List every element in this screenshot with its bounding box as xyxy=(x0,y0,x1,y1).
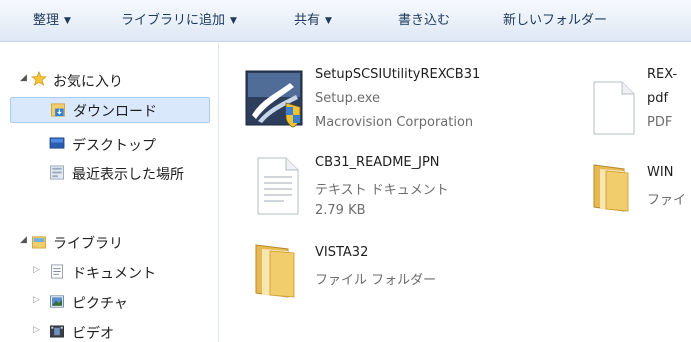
file-type: テキスト ドキュメント xyxy=(315,183,449,198)
burn-label: 書き込む xyxy=(398,13,451,28)
nav-videos-label: ビデオ xyxy=(72,326,114,342)
nav-libraries[interactable]: ◢ ライブラリ xyxy=(0,229,219,255)
setup-exe-icon xyxy=(245,70,303,128)
file-item[interactable]: REX- pdf PDF xyxy=(590,59,691,139)
documents-icon xyxy=(51,264,63,279)
nav-recent-places[interactable]: 最近表示した場所 xyxy=(0,160,219,186)
collapsed-arrow-icon[interactable]: ▷ xyxy=(33,265,40,275)
file-type-desc: PDF xyxy=(647,115,673,130)
star-icon xyxy=(31,71,47,86)
nav-desktop[interactable]: デスクトップ xyxy=(0,131,219,157)
navigation-pane: ◢ お気に入り ダウンロード デスクトップ 最近表示した場所 ◢ ライブラリ ▷… xyxy=(0,43,219,342)
pictures-icon xyxy=(50,295,64,308)
add-to-library-label: ライブラリに追加 xyxy=(121,13,226,28)
file-type: pdf xyxy=(647,91,669,106)
folder-item[interactable]: WIN ファイ xyxy=(590,147,691,227)
nav-documents[interactable]: ▷ ドキュメント xyxy=(0,259,219,285)
downloads-folder-icon xyxy=(51,103,65,117)
folder-icon xyxy=(255,244,295,298)
folder-name: WIN xyxy=(647,165,674,180)
folder-item[interactable]: VISTA32 ファイル フォルダー xyxy=(238,235,568,315)
file-name: CB31_README_JPN xyxy=(315,155,440,170)
text-document-icon xyxy=(257,157,299,215)
share-button[interactable]: 共有 ▼ xyxy=(294,0,332,42)
nav-pictures[interactable]: ▷ ピクチャ xyxy=(0,289,219,315)
recent-places-icon xyxy=(50,165,64,180)
library-icon xyxy=(32,236,46,249)
nav-favorites-label: お気に入り xyxy=(53,74,123,90)
add-to-library-button[interactable]: ライブラリに追加 ▼ xyxy=(121,0,237,42)
nav-libraries-label: ライブラリ xyxy=(53,236,123,252)
dropdown-arrow-icon: ▼ xyxy=(64,16,71,26)
share-label: 共有 xyxy=(294,13,321,28)
file-size: 2.79 KB xyxy=(315,203,366,218)
collapsed-arrow-icon[interactable]: ▷ xyxy=(33,295,40,305)
nav-favorites[interactable]: ◢ お気に入り xyxy=(0,67,219,93)
expanded-arrow-icon[interactable]: ◢ xyxy=(20,73,27,83)
folder-type: ファイル フォルダー xyxy=(315,273,437,288)
file-list: SetupSCSIUtilityREXCB31 Setup.exe Macrov… xyxy=(220,43,691,342)
desktop-icon xyxy=(49,137,65,149)
file-item[interactable]: CB31_README_JPN テキスト ドキュメント 2.79 KB xyxy=(238,147,568,227)
burn-button[interactable]: 書き込む xyxy=(398,0,450,42)
folder-name: VISTA32 xyxy=(315,245,369,260)
command-bar: 整理 ▼ ライブラリに追加 ▼ 共有 ▼ 書き込む 新しいフォルダー xyxy=(0,0,691,42)
pdf-document-icon xyxy=(593,81,635,135)
dropdown-arrow-icon: ▼ xyxy=(325,16,332,26)
new-folder-label: 新しいフォルダー xyxy=(503,13,608,28)
nav-pictures-label: ピクチャ xyxy=(72,296,128,312)
nav-desktop-label: デスクトップ xyxy=(72,138,156,154)
file-name: REX- xyxy=(647,67,678,82)
organize-button[interactable]: 整理 ▼ xyxy=(33,0,71,42)
collapsed-arrow-icon[interactable]: ▷ xyxy=(33,325,40,335)
videos-icon xyxy=(50,325,64,338)
file-item[interactable]: SetupSCSIUtilityREXCB31 Setup.exe Macrov… xyxy=(238,59,568,139)
nav-downloads[interactable]: ダウンロード xyxy=(10,97,210,123)
nav-documents-label: ドキュメント xyxy=(72,266,156,282)
dropdown-arrow-icon: ▼ xyxy=(230,16,237,26)
folder-type: ファイ xyxy=(647,193,687,208)
new-folder-button[interactable]: 新しいフォルダー xyxy=(503,0,607,42)
file-name: SetupSCSIUtilityREXCB31 xyxy=(315,67,481,82)
nav-downloads-label: ダウンロード xyxy=(73,104,157,120)
file-company: Macrovision Corporation xyxy=(315,115,474,130)
organize-label: 整理 xyxy=(33,13,60,28)
file-type: Setup.exe xyxy=(315,91,381,106)
expanded-arrow-icon[interactable]: ◢ xyxy=(20,235,27,245)
nav-videos[interactable]: ▷ ビデオ xyxy=(0,319,219,342)
folder-icon xyxy=(593,164,629,212)
nav-recent-label: 最近表示した場所 xyxy=(72,167,184,183)
